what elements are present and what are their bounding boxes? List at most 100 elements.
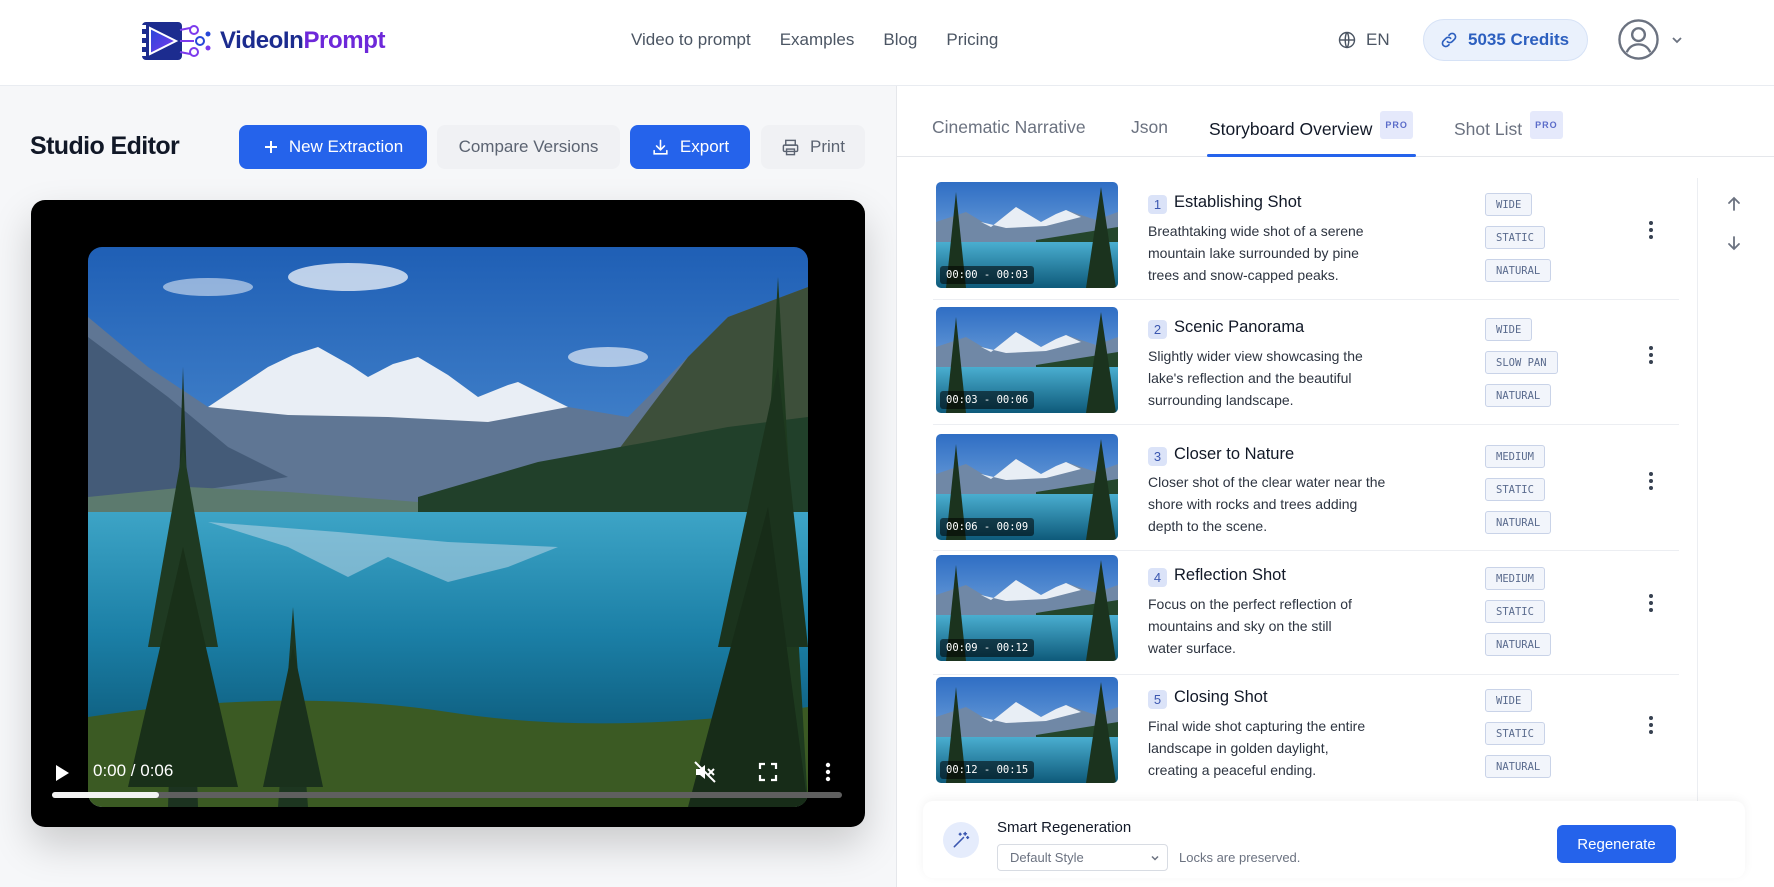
- nav-video-to-prompt[interactable]: Video to prompt: [631, 27, 751, 53]
- scene-description: Final wide shot capturing the entire land…: [1148, 715, 1410, 781]
- scene-description: Closer shot of the clear water near the s…: [1148, 471, 1410, 537]
- tab-label: Storyboard Overview: [1209, 119, 1373, 139]
- more-vertical-icon[interactable]: [825, 762, 831, 782]
- camera-movement-tag[interactable]: SLOW PAN: [1485, 351, 1558, 374]
- style-select[interactable]: Default Style: [997, 844, 1168, 871]
- regenerate-button[interactable]: Regenerate: [1557, 825, 1676, 863]
- new-extraction-label: New Extraction: [288, 137, 404, 156]
- nav-examples[interactable]: Examples: [780, 27, 855, 53]
- shot-size-tag[interactable]: MEDIUM: [1485, 567, 1545, 590]
- scene-thumbnail[interactable]: 00:03 - 00:06: [936, 307, 1118, 413]
- scene-menu-icon[interactable]: [1647, 593, 1655, 615]
- scene-title: Scenic Panorama: [1174, 318, 1305, 336]
- fullscreen-icon[interactable]: [758, 762, 778, 782]
- tab-label: Json: [1131, 117, 1168, 137]
- lighting-tag[interactable]: NATURAL: [1485, 755, 1552, 778]
- scene-list: 00:00 - 00:03 1 Establishing Shot Breath…: [933, 178, 1679, 872]
- shot-size-tag[interactable]: MEDIUM: [1485, 445, 1545, 468]
- locks-note: Locks are preserved.: [1179, 850, 1301, 865]
- scene-title: Closing Shot: [1174, 688, 1268, 706]
- video-progress-bar[interactable]: [52, 792, 842, 798]
- camera-movement-tag[interactable]: STATIC: [1485, 722, 1545, 745]
- logo-play-icon: [142, 20, 214, 62]
- scene-thumbnail[interactable]: 00:06 - 00:09: [936, 434, 1118, 540]
- tab-cinematic-narrative[interactable]: Cinematic Narrative: [932, 115, 1086, 139]
- desc-line: Breathtaking wide shot of a serene: [1148, 223, 1364, 239]
- regeneration-title: Smart Regeneration: [997, 819, 1132, 836]
- plus-icon: [264, 141, 277, 153]
- shot-size-tag[interactable]: WIDE: [1485, 193, 1533, 216]
- shot-size-tag[interactable]: WIDE: [1485, 689, 1533, 712]
- arrow-down-icon[interactable]: [1723, 232, 1745, 254]
- camera-movement-tag[interactable]: STATIC: [1485, 226, 1545, 249]
- nav-blog[interactable]: Blog: [883, 27, 917, 53]
- scene-menu-icon[interactable]: [1647, 345, 1655, 367]
- language-selector[interactable]: EN: [1337, 27, 1390, 53]
- brand-name-part1: VideoIn: [220, 27, 304, 54]
- lighting-tag[interactable]: NATURAL: [1485, 633, 1552, 656]
- scene-timecode: 00:09 - 00:12: [940, 639, 1035, 657]
- desc-line: creating a peaceful ending.: [1148, 762, 1317, 778]
- scene-thumbnail[interactable]: 00:09 - 00:12: [936, 555, 1118, 661]
- account-menu[interactable]: [1617, 18, 1684, 61]
- globe-icon: [1338, 31, 1356, 49]
- scene-menu-icon[interactable]: [1647, 220, 1655, 242]
- play-icon[interactable]: [54, 764, 70, 782]
- credits-label: 5035 Credits: [1468, 30, 1570, 49]
- magic-wand-icon: [943, 822, 979, 858]
- tab-label: Shot List: [1454, 119, 1523, 139]
- shot-size-tag[interactable]: WIDE: [1485, 318, 1533, 341]
- printer-icon: [782, 139, 799, 155]
- lighting-tag[interactable]: NATURAL: [1485, 511, 1552, 534]
- video-player[interactable]: 0:00 / 0:06: [31, 200, 865, 827]
- camera-movement-tag[interactable]: STATIC: [1485, 600, 1545, 623]
- top-navigation-bar: VideoInPrompt Video to prompt Examples B…: [0, 0, 1774, 86]
- brand-name: VideoInPrompt: [220, 27, 385, 55]
- video-progress-fill: [52, 792, 159, 798]
- print-button[interactable]: Print: [761, 125, 865, 169]
- scene-row[interactable]: 00:03 - 00:06 2 Scenic Panorama Slightly…: [933, 303, 1679, 425]
- mute-icon[interactable]: [693, 760, 717, 784]
- smart-regeneration-bar: Smart Regeneration Default Style Locks a…: [923, 801, 1745, 878]
- desc-line: shore with rocks and trees adding: [1148, 496, 1358, 512]
- scene-row[interactable]: 00:00 - 00:03 1 Establishing Shot Breath…: [933, 178, 1679, 300]
- new-extraction-button[interactable]: New Extraction: [239, 125, 427, 169]
- credits-badge[interactable]: 5035 Credits: [1423, 19, 1588, 61]
- print-label: Print: [810, 137, 845, 156]
- brand-logo[interactable]: VideoInPrompt: [142, 20, 385, 62]
- compare-versions-button[interactable]: Compare Versions: [437, 125, 620, 169]
- main-nav: Video to prompt Examples Blog Pricing: [631, 27, 998, 53]
- scene-thumbnail[interactable]: 00:12 - 00:15: [936, 677, 1118, 783]
- desc-line: Slightly wider view showcasing the: [1148, 348, 1363, 364]
- lighting-tag[interactable]: NATURAL: [1485, 259, 1552, 282]
- video-frame-image: [88, 247, 808, 807]
- scene-timecode: 00:06 - 00:09: [940, 518, 1035, 536]
- scene-number: 1: [1148, 195, 1167, 214]
- desc-line: mountains and sky on the still: [1148, 618, 1332, 634]
- camera-movement-tag[interactable]: STATIC: [1485, 478, 1545, 501]
- scene-row[interactable]: 00:09 - 00:12 4 Reflection Shot Focus on…: [933, 553, 1679, 675]
- tab-storyboard-overview[interactable]: Storyboard Overview PRO: [1209, 111, 1413, 143]
- scene-number: 5: [1148, 690, 1167, 709]
- scene-row[interactable]: 00:06 - 00:09 3 Closer to Nature Closer …: [933, 429, 1679, 551]
- scene-title: Establishing Shot: [1174, 193, 1302, 211]
- style-select-value: Default Style: [1010, 850, 1084, 865]
- scene-menu-icon[interactable]: [1647, 471, 1655, 493]
- scene-number: 3: [1148, 447, 1167, 466]
- tab-json[interactable]: Json: [1131, 115, 1168, 139]
- active-tab-indicator: [1207, 154, 1416, 157]
- desc-line: landscape in golden daylight,: [1148, 740, 1329, 756]
- scene-thumbnail[interactable]: 00:00 - 00:03: [936, 182, 1118, 288]
- tab-shot-list[interactable]: Shot List PRO: [1454, 111, 1563, 143]
- scene-menu-icon[interactable]: [1647, 715, 1655, 737]
- scene-row[interactable]: 00:12 - 00:15 5 Closing Shot Final wide …: [933, 675, 1679, 797]
- scene-description: Breathtaking wide shot of a serene mounta…: [1148, 220, 1410, 286]
- export-button[interactable]: Export: [630, 125, 750, 169]
- download-icon: [653, 139, 668, 155]
- arrow-up-icon[interactable]: [1723, 193, 1745, 215]
- video-time-display: 0:00 / 0:06: [93, 761, 174, 780]
- brand-name-part2: Prompt: [303, 27, 386, 54]
- lighting-tag[interactable]: NATURAL: [1485, 384, 1552, 407]
- nav-pricing[interactable]: Pricing: [946, 27, 998, 53]
- scene-description: Focus on the perfect reflection of mounta…: [1148, 593, 1410, 659]
